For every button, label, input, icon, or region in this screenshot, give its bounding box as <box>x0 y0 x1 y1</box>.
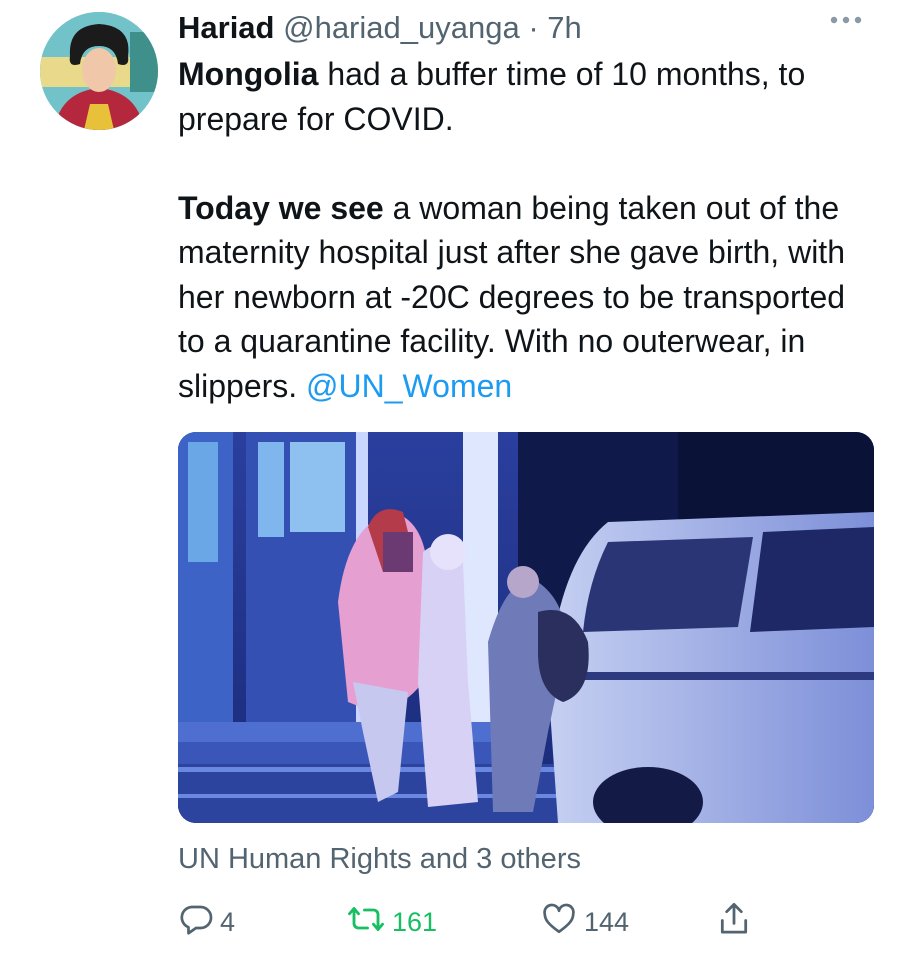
tweet-paragraph-1: Mongolia had a buffer time of 10 months,… <box>178 52 878 141</box>
tweet-media[interactable] <box>178 432 874 823</box>
share-icon <box>716 900 758 945</box>
retweet-count: 161 <box>392 906 438 937</box>
like-icon <box>540 901 584 944</box>
media-photo <box>178 432 874 823</box>
author-handle[interactable]: @hariad_uyanga <box>283 10 520 45</box>
tweet-actions: 4 161 144 <box>178 900 778 944</box>
tweet-text: Mongolia had a buffer time of 10 months,… <box>178 52 878 408</box>
tweet-paragraph-2: Today we see a woman being taken out of … <box>178 186 878 409</box>
reply-count: 4 <box>220 906 236 937</box>
share-button[interactable] <box>716 900 758 944</box>
tagged-users[interactable]: UN Human Rights and 3 others <box>178 843 581 876</box>
bold-today: Today we see <box>178 189 384 226</box>
retweet-icon <box>346 901 392 944</box>
avatar[interactable] <box>40 12 158 130</box>
tweet-header: Hariad @hariad_uyanga · 7h <box>178 8 582 48</box>
like-button[interactable]: 144 <box>540 900 629 944</box>
more-horizontal-icon[interactable] <box>826 10 866 30</box>
author-name[interactable]: Hariad <box>178 10 274 45</box>
like-count: 144 <box>584 906 630 937</box>
tweet-time[interactable]: 7h <box>547 10 581 45</box>
retweet-button[interactable]: 161 <box>346 900 437 944</box>
mention-link[interactable]: @UN_Women <box>306 368 512 404</box>
avatar-image <box>40 12 158 130</box>
separator-dot: · <box>528 10 539 45</box>
bold-mongolia: Mongolia <box>178 56 319 92</box>
reply-button[interactable]: 4 <box>178 900 235 944</box>
reply-icon <box>178 901 220 944</box>
